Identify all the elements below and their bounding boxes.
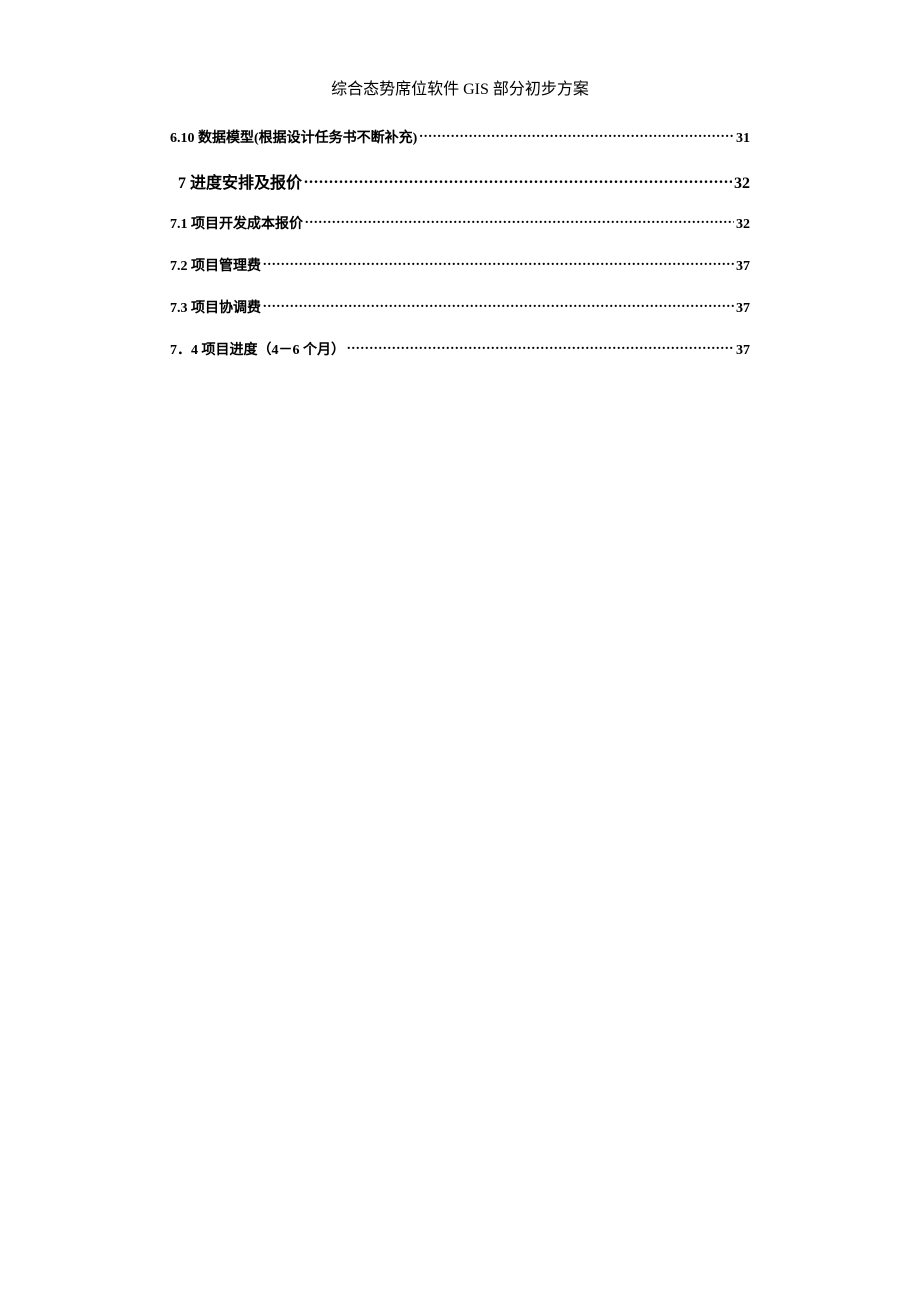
toc-dots [263, 298, 734, 312]
toc-dots [305, 214, 734, 228]
toc-label: 6.10 数据模型(根据设计任务书不断补充) [170, 127, 417, 147]
toc-page: 37 [736, 343, 750, 359]
toc-entry: 7.1 项目开发成本报价 32 [170, 213, 750, 233]
page-header-title: 综合态势席位软件 GIS 部分初步方案 [170, 75, 750, 99]
toc-label: 7 进度安排及报价 [170, 169, 302, 193]
toc-label: 7.3 项目协调费 [170, 297, 261, 317]
toc-entry: 6.10 数据模型(根据设计任务书不断补充) 31 [170, 127, 750, 147]
toc-dots [347, 340, 734, 354]
toc-dots [304, 172, 732, 188]
toc-entry: 7．4 项目进度（4－6 个月） 37 [170, 339, 750, 359]
toc-entry: 7.3 项目协调费 37 [170, 297, 750, 317]
toc-page: 31 [736, 131, 750, 147]
toc-label: 7.2 项目管理费 [170, 255, 261, 275]
toc-label: 7.1 项目开发成本报价 [170, 213, 303, 233]
toc-page: 32 [736, 217, 750, 233]
toc-dots [263, 256, 734, 270]
toc-entry: 7 进度安排及报价 32 [170, 169, 750, 193]
toc-page: 32 [734, 175, 750, 193]
toc-dots [419, 128, 734, 142]
toc-page: 37 [736, 301, 750, 317]
toc-label: 7．4 项目进度（4－6 个月） [170, 339, 345, 359]
toc-entry: 7.2 项目管理费 37 [170, 255, 750, 275]
toc-page: 37 [736, 259, 750, 275]
